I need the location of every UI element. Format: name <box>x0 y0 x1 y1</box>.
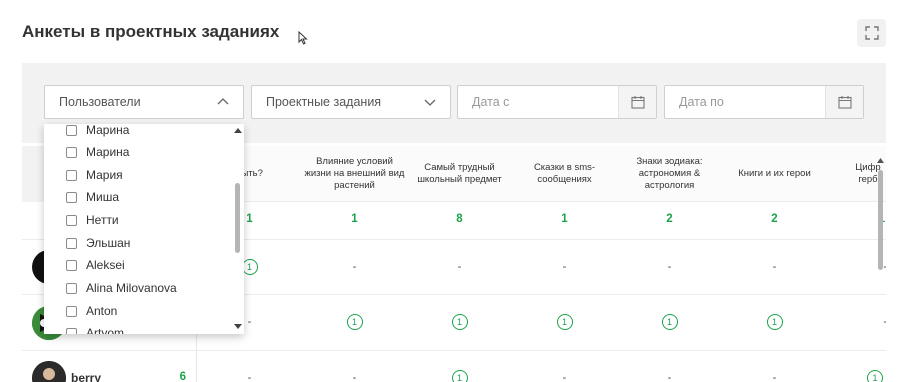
user-option[interactable]: Anton <box>66 301 117 321</box>
user-option[interactable]: Нетти <box>66 210 119 230</box>
scroll-up-arrow-icon <box>877 158 884 163</box>
users-select-value: Пользователи <box>59 95 141 109</box>
checkbox-icon[interactable] <box>66 214 77 226</box>
row-divider <box>22 350 196 351</box>
checkbox-icon[interactable] <box>66 282 77 294</box>
table-cell: - <box>352 261 357 273</box>
cursor-arrow-icon <box>298 31 308 45</box>
scrollbar-thumb[interactable] <box>878 170 883 270</box>
chevron-up-icon <box>217 98 229 105</box>
date-from-placeholder: Дата с <box>472 95 510 109</box>
checkbox-icon[interactable] <box>66 169 77 181</box>
page: Анкеты в проектных заданиях Пользователи… <box>0 0 900 382</box>
date-to-calendar-button[interactable] <box>825 86 863 118</box>
users-select[interactable]: Пользователи <box>44 85 244 119</box>
fullscreen-button[interactable] <box>857 19 886 47</box>
checkbox-icon[interactable] <box>66 327 77 334</box>
avatar[interactable] <box>32 361 66 382</box>
user-option[interactable]: Эльшан <box>66 233 130 253</box>
total-cell: 1 <box>351 213 358 225</box>
table-cell: - <box>352 372 357 382</box>
total-cell: 2 <box>666 213 673 225</box>
user-option[interactable]: Alina Milovanova <box>66 278 177 298</box>
user-option[interactable]: Aleksei <box>66 255 125 275</box>
checkbox-icon[interactable] <box>66 305 77 317</box>
column-header: Знаки зодиака: астрономия & астрология <box>636 156 703 191</box>
table-cell: - <box>457 261 462 273</box>
table-scrollbar[interactable] <box>877 158 884 382</box>
table-cell: - <box>667 372 672 382</box>
column-header: Самый трудный школьный предмет <box>417 162 502 185</box>
table-cell: - <box>667 261 672 273</box>
total-cell: 8 <box>456 213 463 225</box>
date-from-field[interactable]: Дата с <box>457 85 657 119</box>
users-dropdown: Марина Марина Мария Миша Нетти Эльшан Al… <box>44 124 244 334</box>
table-cell[interactable]: 1 <box>407 370 512 382</box>
table-cell: - <box>772 261 777 273</box>
total-cell: 1 <box>561 213 568 225</box>
user-option[interactable]: Марина <box>66 142 129 162</box>
user-option[interactable]: Марина <box>66 124 129 140</box>
date-to-placeholder: Дата по <box>679 95 724 109</box>
column-header: Сказки в sms-сообщениях <box>533 162 596 185</box>
checkbox-icon[interactable] <box>66 259 77 271</box>
date-from-calendar-button[interactable] <box>618 86 656 118</box>
column-header: Влияние условий жизни на внешний вид рас… <box>304 156 405 191</box>
tasks-select[interactable]: Проектные задания <box>251 85 451 119</box>
scrollbar-thumb[interactable] <box>235 183 240 253</box>
scroll-down-arrow-icon[interactable] <box>234 324 242 330</box>
fullscreen-icon <box>864 26 879 40</box>
table-cell: - <box>772 372 777 382</box>
table-cell: - <box>562 372 567 382</box>
checkbox-icon[interactable] <box>66 237 77 249</box>
date-to-field[interactable]: Дата по <box>664 85 864 119</box>
user-name[interactable]: berry <box>71 371 101 382</box>
table-cell: - <box>247 372 252 382</box>
checkbox-icon[interactable] <box>66 124 77 136</box>
table-cell[interactable]: 1 <box>722 314 827 330</box>
calendar-icon <box>630 96 645 109</box>
user-count: 6 <box>179 371 186 382</box>
user-option[interactable]: Мария <box>66 165 123 185</box>
table-cell: - <box>562 261 567 273</box>
checkbox-icon[interactable] <box>66 146 77 158</box>
table-cell[interactable]: 1 <box>617 314 722 330</box>
scroll-up-arrow-icon[interactable] <box>234 128 242 134</box>
page-title: Анкеты в проектных заданиях <box>22 22 280 41</box>
table-cell[interactable]: 1 <box>512 314 617 330</box>
chevron-down-icon <box>424 99 436 106</box>
checkbox-icon[interactable] <box>66 191 77 203</box>
total-cell: 2 <box>771 213 778 225</box>
column-header: Книги и их герои <box>738 168 811 179</box>
user-option[interactable]: Миша <box>66 187 119 207</box>
table-cell[interactable]: 1 <box>302 314 407 330</box>
dropdown-scrollbar[interactable] <box>234 128 242 330</box>
table-cell[interactable]: 1 <box>407 314 512 330</box>
tasks-select-value: Проектные задания <box>266 95 382 109</box>
user-option[interactable]: Artyom <box>66 323 124 334</box>
calendar-icon <box>837 96 852 109</box>
